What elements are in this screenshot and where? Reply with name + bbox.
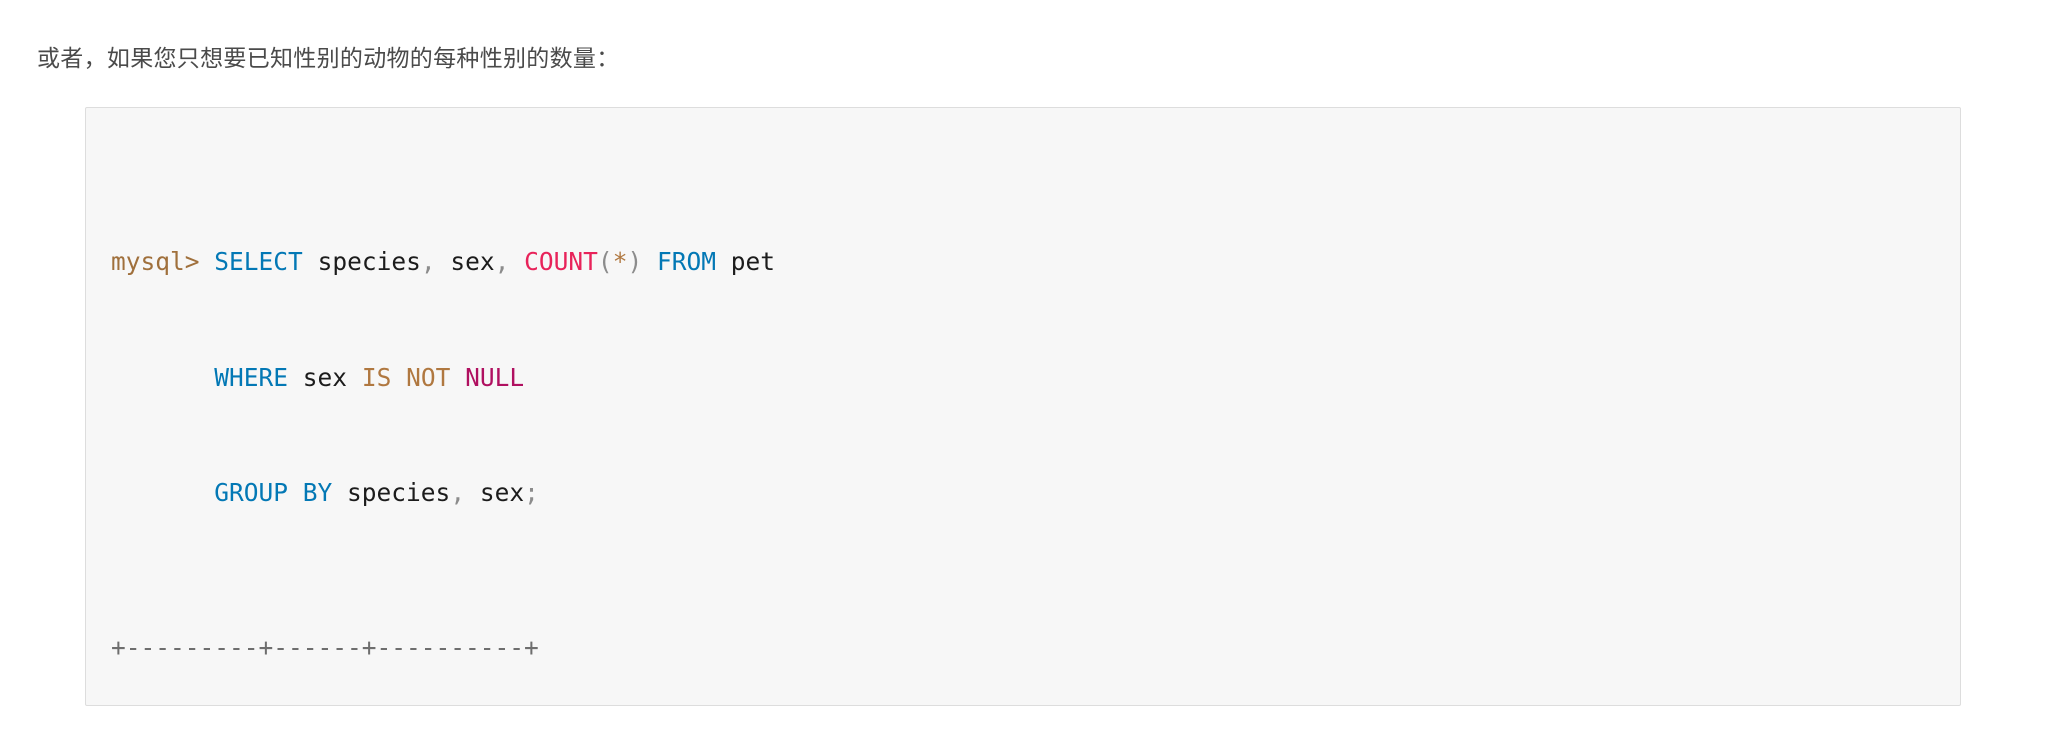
sql-code-block[interactable]: mysql> SELECT species, sex, COUNT(*) FRO… — [85, 107, 1961, 706]
code-token-null: NULL — [465, 362, 525, 392]
code-token-prompt: mysql> — [111, 246, 200, 276]
code-token-func: COUNT — [524, 246, 598, 276]
query-line-2: WHERE sex IS NOT NULL — [111, 359, 1960, 398]
code-token-punct: ( — [597, 246, 613, 276]
result-separator-top: +---------+------+----------+ — [111, 632, 539, 662]
code-token-punct: , — [450, 478, 466, 508]
query-line-3: GROUP BY species, sex; — [111, 474, 1960, 513]
code-token-plain: species — [317, 246, 421, 276]
code-content: mysql> SELECT species, sex, COUNT(*) FRO… — [111, 127, 1960, 705]
code-token-plain: sex — [302, 362, 348, 392]
query-line-1: mysql> SELECT species, sex, COUNT(*) FRO… — [111, 243, 1960, 282]
code-token-star: * — [612, 246, 628, 276]
code-token-keyword: WHERE — [214, 362, 289, 392]
code-token-punct: ) — [627, 246, 643, 276]
code-token-punct: ; — [524, 478, 539, 508]
page-root: 或者，如果您只想要已知性别的动物的每种性别的数量： mysql> SELECT … — [0, 0, 2046, 744]
code-token-plain: species — [347, 478, 451, 508]
code-token-plain: pet — [730, 246, 776, 276]
code-token-keyword: SELECT — [214, 246, 303, 276]
code-token-keyword: FROM — [656, 246, 716, 276]
code-token-plain: sex — [450, 246, 495, 276]
code-token-punct: , — [420, 246, 436, 276]
intro-paragraph: 或者，如果您只想要已知性别的动物的每种性别的数量： — [37, 45, 620, 71]
code-token-keyword: GROUP BY — [214, 478, 333, 508]
code-token-op: IS NOT — [361, 362, 451, 392]
code-token-plain: sex — [479, 478, 525, 508]
code-token-punct: , — [494, 246, 510, 276]
